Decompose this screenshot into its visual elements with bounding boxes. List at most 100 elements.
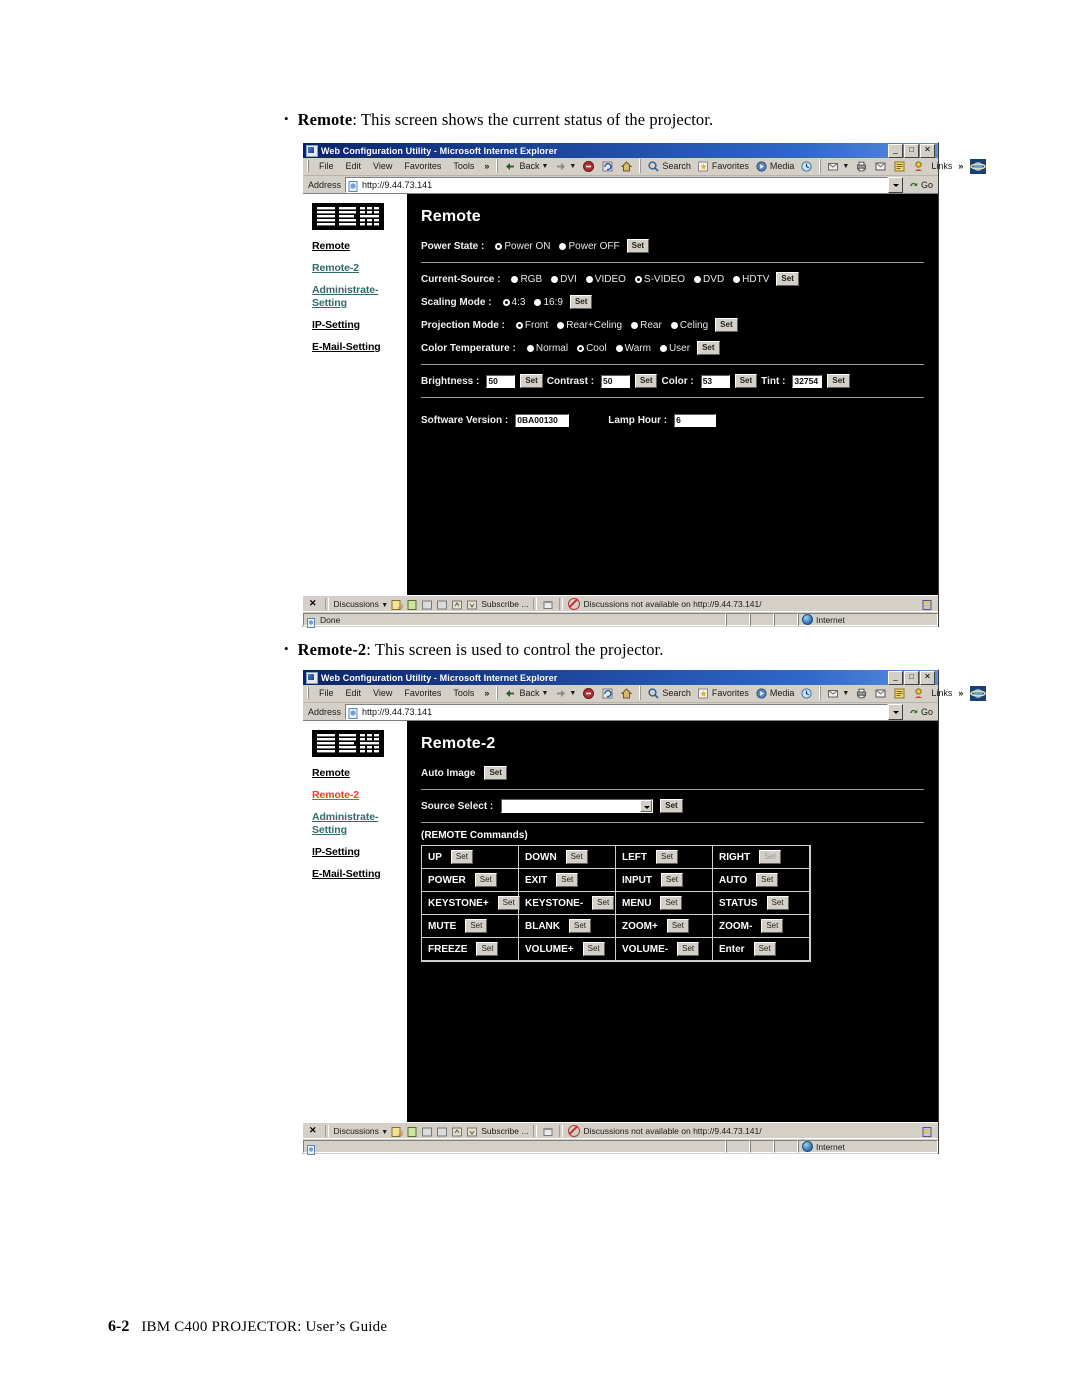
set-button-right[interactable]: Set	[759, 850, 782, 864]
insert-discussion-icon[interactable]	[391, 598, 403, 610]
stop-icon-2[interactable]	[582, 687, 595, 700]
address-dropdown-chevron-icon-2[interactable]	[887, 703, 903, 720]
sidebar-item-administrate-setting-w2[interactable]: Administrate-Setting	[312, 811, 407, 837]
radio-4-3[interactable]	[502, 298, 510, 306]
menu-edit-2[interactable]: Edit	[340, 688, 368, 698]
next-discussion-icon[interactable]	[466, 598, 478, 610]
search-button-2[interactable]: Search	[644, 687, 694, 700]
next-discussion-icon-2[interactable]	[466, 1125, 478, 1137]
tint-input[interactable]: 32754	[792, 374, 823, 388]
refresh-icon[interactable]	[601, 160, 614, 173]
address-input-2[interactable]: http://9.44.73.141	[345, 703, 888, 720]
minimize-button[interactable]: _	[888, 143, 903, 158]
set-button-volume-plus[interactable]: Set	[582, 942, 605, 956]
menu-tools-2[interactable]: Tools	[447, 688, 480, 698]
radio-cool[interactable]	[577, 344, 585, 352]
sidebar-item-remote-w2[interactable]: Remote	[312, 767, 407, 780]
radio-normal[interactable]	[526, 344, 534, 352]
menu-file[interactable]: File	[313, 161, 340, 171]
forward-button-2[interactable]: ▼	[551, 687, 579, 700]
radio-video[interactable]	[585, 275, 593, 283]
radio-16-9[interactable]	[534, 298, 542, 306]
radio-s-video[interactable]	[634, 275, 642, 283]
minimize-button-2[interactable]: _	[888, 670, 903, 685]
radio-rear-celing[interactable]	[557, 321, 565, 329]
discuss-icon-2[interactable]	[893, 687, 906, 700]
messenger-icon[interactable]	[912, 160, 925, 173]
links-overflow-chevron-icon[interactable]: »	[954, 161, 967, 171]
sidebar-item-email-setting-w2[interactable]: E-Mail-Setting	[312, 868, 407, 881]
go-button[interactable]: Go	[903, 179, 938, 190]
refresh-icon-2[interactable]	[601, 687, 614, 700]
print-icon-2[interactable]	[855, 687, 868, 700]
media-button-2[interactable]: Media	[752, 687, 798, 700]
set-button-auto[interactable]: Set	[756, 873, 779, 887]
menu-file-2[interactable]: File	[313, 688, 340, 698]
previous-discussion-icon-2[interactable]	[451, 1125, 463, 1137]
color-input[interactable]: 53	[700, 374, 730, 388]
links-button-2[interactable]: Links »	[928, 688, 970, 698]
history-icon-2[interactable]	[800, 687, 813, 700]
previous-discussion-icon[interactable]	[451, 598, 463, 610]
back-button[interactable]: Back ▼	[501, 160, 551, 173]
set-button-brightness[interactable]: Set	[520, 374, 543, 388]
set-button-volume-minus[interactable]: Set	[677, 942, 700, 956]
discussions-menu-2[interactable]: Discussions ▼	[334, 1126, 389, 1136]
forward-button[interactable]: ▼	[551, 160, 579, 173]
reply-discussion-icon-2[interactable]	[406, 1125, 418, 1137]
address-dropdown-chevron-icon[interactable]	[887, 176, 903, 193]
close-button-2[interactable]: ✕	[920, 670, 935, 685]
stop-icon[interactable]	[582, 160, 595, 173]
set-button-scaling-mode[interactable]: Set	[569, 295, 593, 309]
radio-hdtv[interactable]	[733, 275, 741, 283]
source-select-dropdown[interactable]	[501, 799, 654, 813]
radio-power-on[interactable]	[495, 242, 503, 250]
menu-view-2[interactable]: View	[367, 688, 398, 698]
set-button-input[interactable]: Set	[661, 873, 684, 887]
edit-icon[interactable]	[874, 160, 887, 173]
chevron-down-icon[interactable]	[640, 800, 653, 812]
restore-button-2[interactable]: □	[904, 670, 919, 685]
set-button-projection-mode[interactable]: Set	[715, 318, 738, 332]
address-input[interactable]: http://9.44.73.141	[345, 176, 888, 193]
set-button-enter[interactable]: Set	[753, 942, 776, 956]
set-button-status[interactable]: Set	[766, 896, 789, 910]
sidebar-item-ip-setting-w2[interactable]: IP-Setting	[312, 846, 407, 859]
radio-warm[interactable]	[615, 344, 623, 352]
set-button-power[interactable]: Set	[474, 873, 497, 887]
set-button-zoom-minus[interactable]: Set	[761, 919, 784, 933]
home-icon-2[interactable]	[620, 687, 633, 700]
set-button-current-source[interactable]: Set	[776, 272, 799, 286]
set-button-freeze[interactable]: Set	[476, 942, 499, 956]
set-button-color[interactable]: Set	[734, 374, 758, 388]
discussions-server-icon-2[interactable]	[921, 1125, 933, 1137]
mail-button-2[interactable]: ▼	[824, 687, 852, 700]
set-button-keystone-plus[interactable]: Set	[497, 896, 520, 910]
insert-discussion-icon-2[interactable]	[391, 1125, 403, 1137]
menu-edit[interactable]: Edit	[340, 161, 368, 171]
set-button-mute[interactable]: Set	[465, 919, 488, 933]
set-button-auto-image[interactable]: Set	[484, 766, 507, 780]
toolbar-grip-2[interactable]	[307, 687, 309, 699]
set-button-zoom-plus[interactable]: Set	[666, 919, 689, 933]
set-button-color-temperature[interactable]: Set	[697, 341, 720, 355]
reply-discussion-icon[interactable]	[406, 598, 418, 610]
discuss-icon[interactable]	[893, 160, 906, 173]
radio-rear[interactable]	[631, 321, 639, 329]
set-button-keystone-minus[interactable]: Set	[592, 896, 615, 910]
mail-button[interactable]: ▼	[824, 160, 852, 173]
set-button-down[interactable]: Set	[565, 850, 588, 864]
set-button-menu[interactable]: Set	[660, 896, 683, 910]
close-button[interactable]: ✕	[920, 143, 935, 158]
menu-overflow-chevron-icon-2[interactable]: »	[480, 688, 493, 698]
subscribe-button-2[interactable]: Subscribe ...	[481, 1126, 528, 1136]
go-button-2[interactable]: Go	[903, 706, 938, 717]
radio-celing[interactable]	[670, 321, 678, 329]
discussions-options-icon[interactable]	[542, 598, 554, 610]
sidebar-item-email-setting[interactable]: E-Mail-Setting	[312, 341, 407, 354]
set-button-left[interactable]: Set	[656, 850, 679, 864]
set-button-up[interactable]: Set	[450, 850, 473, 864]
show-discussions-icon-2[interactable]	[436, 1125, 448, 1137]
back-button-2[interactable]: Back ▼	[501, 687, 551, 700]
radio-rgb[interactable]	[511, 275, 519, 283]
